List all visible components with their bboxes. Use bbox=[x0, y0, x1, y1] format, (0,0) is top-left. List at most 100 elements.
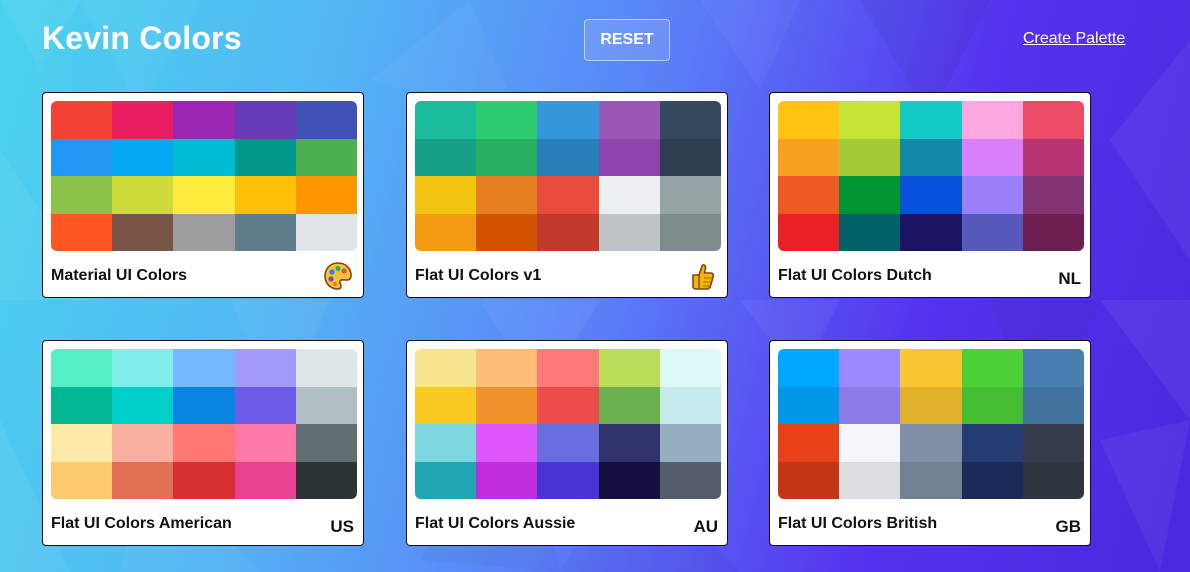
color-swatch bbox=[537, 386, 599, 424]
palette-icon bbox=[324, 262, 352, 290]
color-swatch bbox=[476, 461, 538, 499]
color-swatch bbox=[900, 213, 962, 251]
color-swatch bbox=[598, 424, 660, 462]
color-swatch bbox=[659, 213, 721, 251]
color-swatch bbox=[173, 424, 235, 462]
color-swatch bbox=[778, 461, 840, 499]
palette-card[interactable]: Flat UI Colors Dutch NL bbox=[769, 92, 1091, 298]
color-swatch bbox=[51, 461, 113, 499]
color-swatch bbox=[234, 101, 296, 139]
color-swatch bbox=[900, 138, 962, 176]
thumbs-up-icon bbox=[692, 264, 715, 290]
color-swatch bbox=[1022, 101, 1084, 139]
color-swatch bbox=[598, 101, 660, 139]
color-swatch bbox=[537, 138, 599, 176]
color-swatch bbox=[961, 138, 1023, 176]
palette-card[interactable]: Material UI Colors bbox=[42, 92, 364, 298]
palette-card[interactable]: Flat UI Colors Aussie AU bbox=[406, 340, 728, 546]
color-swatch bbox=[295, 424, 357, 462]
color-swatch bbox=[961, 213, 1023, 251]
country-code-badge: NL bbox=[1058, 269, 1081, 288]
color-swatch bbox=[598, 176, 660, 214]
color-swatch bbox=[112, 138, 174, 176]
color-swatch bbox=[51, 138, 113, 176]
country-code-badge: GB bbox=[1055, 517, 1082, 536]
color-swatch bbox=[476, 101, 538, 139]
color-swatch bbox=[234, 138, 296, 176]
color-swatch bbox=[295, 176, 357, 214]
color-swatch bbox=[234, 386, 296, 424]
color-swatch bbox=[839, 101, 901, 139]
color-swatch bbox=[778, 213, 840, 251]
palette-name: Flat UI Colors American bbox=[51, 515, 232, 532]
country-code-badge: US bbox=[330, 517, 354, 536]
color-swatch bbox=[839, 461, 901, 499]
palette-card[interactable]: Flat UI Colors British GB bbox=[769, 340, 1091, 546]
reset-button[interactable]: RESET bbox=[584, 19, 670, 61]
color-swatch bbox=[295, 349, 357, 387]
color-swatch bbox=[415, 461, 477, 499]
color-swatch bbox=[900, 101, 962, 139]
color-swatch bbox=[295, 101, 357, 139]
color-swatch bbox=[537, 176, 599, 214]
color-swatch bbox=[415, 138, 477, 176]
color-swatch bbox=[1022, 386, 1084, 424]
color-swatch bbox=[415, 176, 477, 214]
color-swatch bbox=[900, 386, 962, 424]
color-swatch bbox=[173, 461, 235, 499]
color-swatch bbox=[778, 138, 840, 176]
color-swatch bbox=[112, 349, 174, 387]
color-swatch bbox=[900, 461, 962, 499]
color-swatch bbox=[659, 138, 721, 176]
color-swatch bbox=[537, 101, 599, 139]
color-swatch bbox=[295, 386, 357, 424]
color-swatch bbox=[598, 461, 660, 499]
brand-title[interactable]: Kevin Colors bbox=[42, 20, 242, 57]
palette-card[interactable]: Flat UI Colors v1 bbox=[406, 92, 728, 298]
color-swatches bbox=[778, 101, 1084, 251]
color-swatch bbox=[112, 424, 174, 462]
color-swatch bbox=[839, 138, 901, 176]
palette-name: Flat UI Colors v1 bbox=[415, 267, 542, 284]
color-swatch bbox=[173, 386, 235, 424]
color-swatch bbox=[961, 176, 1023, 214]
color-swatch bbox=[778, 349, 840, 387]
color-swatch bbox=[1022, 424, 1084, 462]
color-swatches bbox=[415, 349, 721, 499]
color-swatch bbox=[961, 101, 1023, 139]
color-swatch bbox=[234, 349, 296, 387]
color-swatch bbox=[234, 213, 296, 251]
create-palette-link[interactable]: Create Palette bbox=[1023, 30, 1125, 48]
color-swatch bbox=[476, 138, 538, 176]
color-swatch bbox=[778, 424, 840, 462]
color-swatch bbox=[476, 176, 538, 214]
color-swatch bbox=[778, 386, 840, 424]
color-swatch bbox=[476, 424, 538, 462]
color-swatch bbox=[839, 424, 901, 462]
color-swatch bbox=[415, 101, 477, 139]
color-swatches bbox=[51, 101, 357, 251]
color-swatch bbox=[1022, 176, 1084, 214]
color-swatch bbox=[51, 176, 113, 214]
color-swatch bbox=[1022, 349, 1084, 387]
color-swatch bbox=[839, 213, 901, 251]
color-swatch bbox=[415, 349, 477, 387]
color-swatch bbox=[112, 213, 174, 251]
color-swatch bbox=[900, 349, 962, 387]
color-swatch bbox=[112, 176, 174, 214]
color-swatch bbox=[537, 213, 599, 251]
color-swatch bbox=[961, 349, 1023, 387]
color-swatch bbox=[537, 424, 599, 462]
color-swatch bbox=[173, 138, 235, 176]
color-swatch bbox=[173, 176, 235, 214]
color-swatch bbox=[1022, 213, 1084, 251]
top-bar: Kevin Colors RESET Create Palette bbox=[0, 0, 1190, 80]
palette-card[interactable]: Flat UI Colors American US bbox=[42, 340, 364, 546]
color-swatch bbox=[415, 386, 477, 424]
country-code-badge: AU bbox=[693, 517, 718, 536]
color-swatch bbox=[51, 386, 113, 424]
color-swatch bbox=[778, 176, 840, 214]
color-swatch bbox=[659, 386, 721, 424]
color-swatch bbox=[173, 349, 235, 387]
color-swatch bbox=[1022, 461, 1084, 499]
